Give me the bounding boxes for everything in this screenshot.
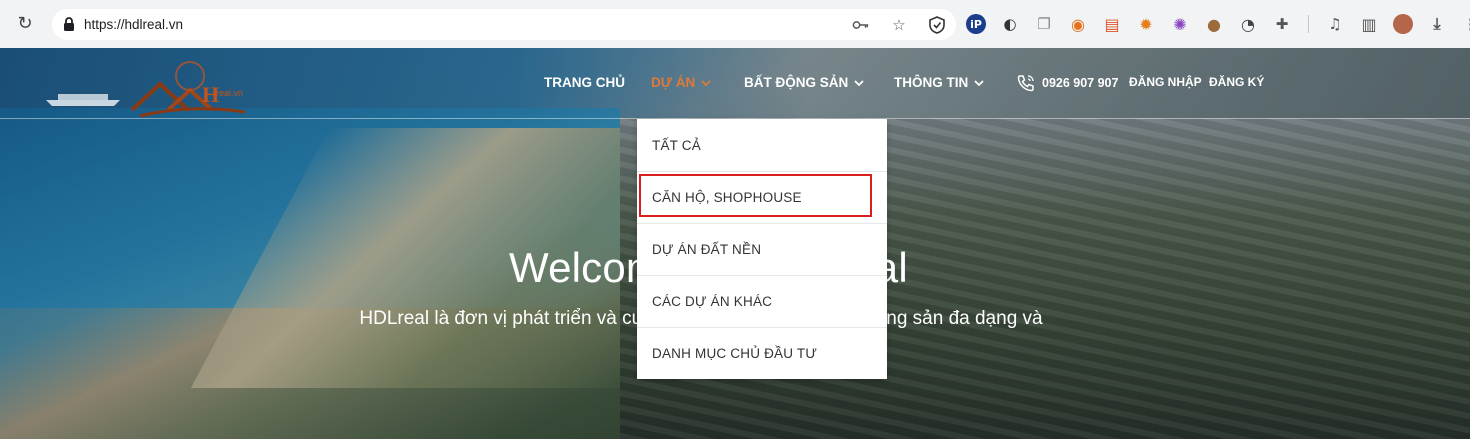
colorzilla-icon[interactable]: ◉ bbox=[1068, 14, 1088, 34]
nav-label: DỰ ÁN bbox=[651, 75, 696, 90]
media-icon[interactable]: ♫ bbox=[1325, 14, 1345, 34]
dropdown-item-label: CÁC DỰ ÁN KHÁC bbox=[652, 293, 773, 309]
puzzle-icon[interactable]: ✚ bbox=[1272, 14, 1292, 34]
website-viewport: H real.vn TRANG CHỦ DỰ ÁN BẤT ĐỘNG SẢN T… bbox=[0, 48, 1470, 439]
register-label: ĐĂNG KÝ bbox=[1209, 75, 1265, 89]
login-label: ĐĂNG NHẬP bbox=[1129, 75, 1202, 89]
login-link[interactable]: ĐĂNG NHẬP bbox=[1129, 75, 1202, 89]
phone-icon bbox=[1017, 75, 1034, 92]
dropdown-item-tat-ca[interactable]: TẤT CẢ bbox=[637, 119, 887, 171]
nav-phone[interactable]: 0926 907 907 bbox=[1016, 73, 1118, 93]
highlight-box bbox=[639, 174, 872, 217]
lock-icon[interactable] bbox=[62, 16, 76, 32]
layout-extension-icon[interactable]: ▤ bbox=[1102, 14, 1122, 34]
main-navigation: TRANG CHỦ DỰ ÁN BẤT ĐỘNG SẢN THÔNG TIN 0… bbox=[0, 75, 1470, 95]
toolbar-divider bbox=[1308, 15, 1309, 33]
extensions-bar: iP ◐ ❐ ◉ ▤ ✹ ✺ ● ◔ ✚ ♫ ▥ ⤓ ⋮ bbox=[966, 14, 1470, 34]
cursor-extension-icon[interactable]: ◐ bbox=[1000, 14, 1020, 34]
dropdown-item-danh-muc-chu-dau-tu[interactable]: DANH MỤC CHỦ ĐẦU TƯ bbox=[637, 327, 887, 379]
avatar[interactable] bbox=[1393, 14, 1413, 34]
dropdown-item-du-an-dat-nen[interactable]: DỰ ÁN ĐẤT NỀN bbox=[637, 223, 887, 275]
dropdown-item-cac-du-an-khac[interactable]: CÁC DỰ ÁN KHÁC bbox=[637, 275, 887, 327]
nav-thong-tin[interactable]: THÔNG TIN bbox=[894, 75, 984, 90]
star-icon[interactable]: ☆ bbox=[890, 16, 908, 34]
du-an-dropdown-menu: TẤT CẢ CĂN HỘ, SHOPHOUSE DỰ ÁN ĐẤT NỀN C… bbox=[637, 119, 887, 379]
nav-trang-chu[interactable]: TRANG CHỦ bbox=[544, 75, 625, 90]
chevron-down-icon bbox=[974, 79, 984, 86]
reload-icon[interactable]: ↻ bbox=[14, 13, 36, 35]
ip-extension-icon[interactable]: iP bbox=[966, 14, 986, 34]
dropdown-item-label: DANH MỤC CHỦ ĐẦU TƯ bbox=[652, 345, 818, 361]
phone-number: 0926 907 907 bbox=[1042, 76, 1119, 90]
url-text[interactable]: https://hdlreal.vn bbox=[84, 17, 183, 32]
menu-icon[interactable]: ⋮ bbox=[1461, 14, 1470, 34]
nav-label: THÔNG TIN bbox=[894, 75, 969, 90]
timer-extension-icon[interactable]: ◔ bbox=[1238, 14, 1258, 34]
address-bar[interactable]: https://hdlreal.vn ☆ bbox=[52, 9, 956, 40]
omnibox-actions: ☆ bbox=[852, 9, 946, 40]
dropdown-item-label: DỰ ÁN ĐẤT NỀN bbox=[652, 241, 762, 257]
nav-label: TRANG CHỦ bbox=[544, 75, 625, 90]
chevron-down-icon bbox=[854, 79, 864, 86]
copy-extension-icon[interactable]: ❐ bbox=[1034, 14, 1054, 34]
nav-label: BẤT ĐỘNG SẢN bbox=[744, 75, 849, 90]
nav-bat-dong-san[interactable]: BẤT ĐỘNG SẢN bbox=[744, 75, 864, 90]
nav-du-an[interactable]: DỰ ÁN bbox=[651, 75, 711, 90]
chevron-down-icon bbox=[701, 79, 711, 86]
browser-toolbar: ↻ https://hdlreal.vn ☆ iP ◐ ❐ ◉ ▤ ✹ ✺ ● … bbox=[0, 0, 1470, 48]
cookie-extension-icon[interactable]: ● bbox=[1204, 14, 1224, 34]
settings-extension-icon[interactable]: ✺ bbox=[1170, 14, 1190, 34]
dropdown-item-label: TẤT CẢ bbox=[652, 137, 701, 153]
shield-icon[interactable] bbox=[928, 15, 946, 34]
download-icon[interactable]: ⤓ bbox=[1427, 14, 1447, 34]
key-icon[interactable] bbox=[852, 16, 870, 34]
sun-extension-icon[interactable]: ✹ bbox=[1136, 14, 1156, 34]
sidepanel-icon[interactable]: ▥ bbox=[1359, 14, 1379, 34]
register-link[interactable]: ĐĂNG KÝ bbox=[1209, 75, 1264, 89]
